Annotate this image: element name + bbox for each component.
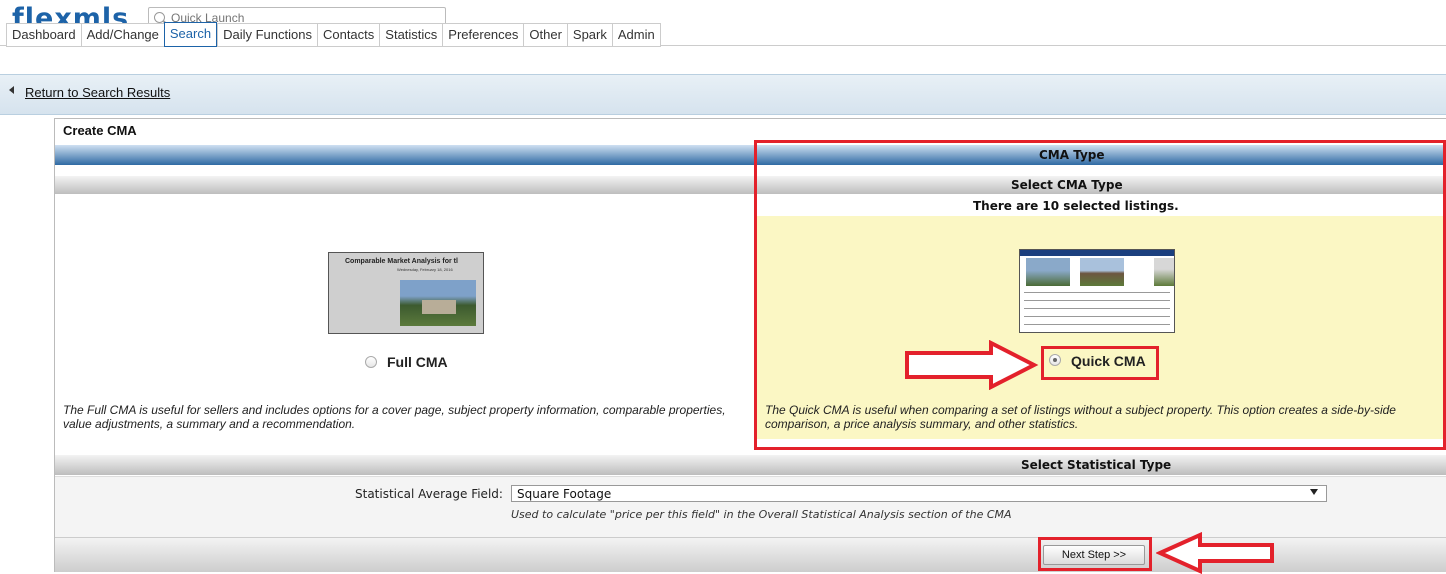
- tab-contacts[interactable]: Contacts: [316, 23, 380, 47]
- stat-field-row: Statistical Average Field: Square Footag…: [55, 476, 1446, 537]
- stat-field-help: Used to calculate "price per this field"…: [511, 508, 1012, 521]
- stat-select-value: Square Footage: [517, 487, 612, 501]
- full-cma-description: The Full CMA is useful for sellers and i…: [63, 403, 726, 431]
- next-step-highlight-box: [1038, 537, 1152, 571]
- tab-daily-functions[interactable]: Daily Functions: [217, 23, 317, 47]
- app-header: flexmls Dashboard Add/Change Search Dail…: [0, 0, 1446, 47]
- tab-add-change[interactable]: Add/Change: [80, 23, 164, 47]
- back-arrow-icon[interactable]: [9, 86, 14, 94]
- dropdown-arrow-icon: [1310, 489, 1318, 495]
- quick-cma-option-highlight-box: [1041, 346, 1159, 380]
- return-to-search-results-link[interactable]: Return to Search Results: [25, 85, 170, 100]
- return-bar: Return to Search Results: [0, 74, 1446, 115]
- full-cma-thumb-title: Comparable Market Analysis for tl: [345, 258, 458, 265]
- page-title: Create CMA: [63, 123, 137, 138]
- tab-dashboard[interactable]: Dashboard: [6, 23, 81, 47]
- stat-field-label: Statistical Average Field:: [355, 487, 503, 501]
- quick-cma-highlight-box: [754, 140, 1446, 450]
- tab-statistics[interactable]: Statistics: [379, 23, 443, 47]
- tab-other[interactable]: Other: [523, 23, 567, 47]
- full-cma-label[interactable]: Full CMA: [387, 354, 448, 370]
- house-photo: [400, 280, 476, 326]
- select-stat-type-header: Select Statistical Type: [1021, 458, 1172, 472]
- full-cma-thumb-subtitle: Wednesday, February 18, 2016: [397, 267, 453, 272]
- tab-admin[interactable]: Admin: [611, 23, 661, 47]
- stat-average-field-select[interactable]: Square Footage: [511, 485, 1327, 502]
- full-cma-radio[interactable]: [365, 356, 377, 368]
- main-nav-tabs: Dashboard Add/Change Search Daily Functi…: [6, 22, 661, 47]
- full-cma-preview-image[interactable]: Comparable Market Analysis for tl Wednes…: [328, 252, 484, 334]
- tab-spark[interactable]: Spark: [566, 23, 612, 47]
- tab-search[interactable]: Search: [163, 22, 218, 47]
- select-stat-type-bar: Select Statistical Type: [55, 455, 1446, 475]
- tab-preferences[interactable]: Preferences: [442, 23, 524, 47]
- right-arrow-icon: [905, 340, 1039, 390]
- left-arrow-icon: [1156, 532, 1274, 574]
